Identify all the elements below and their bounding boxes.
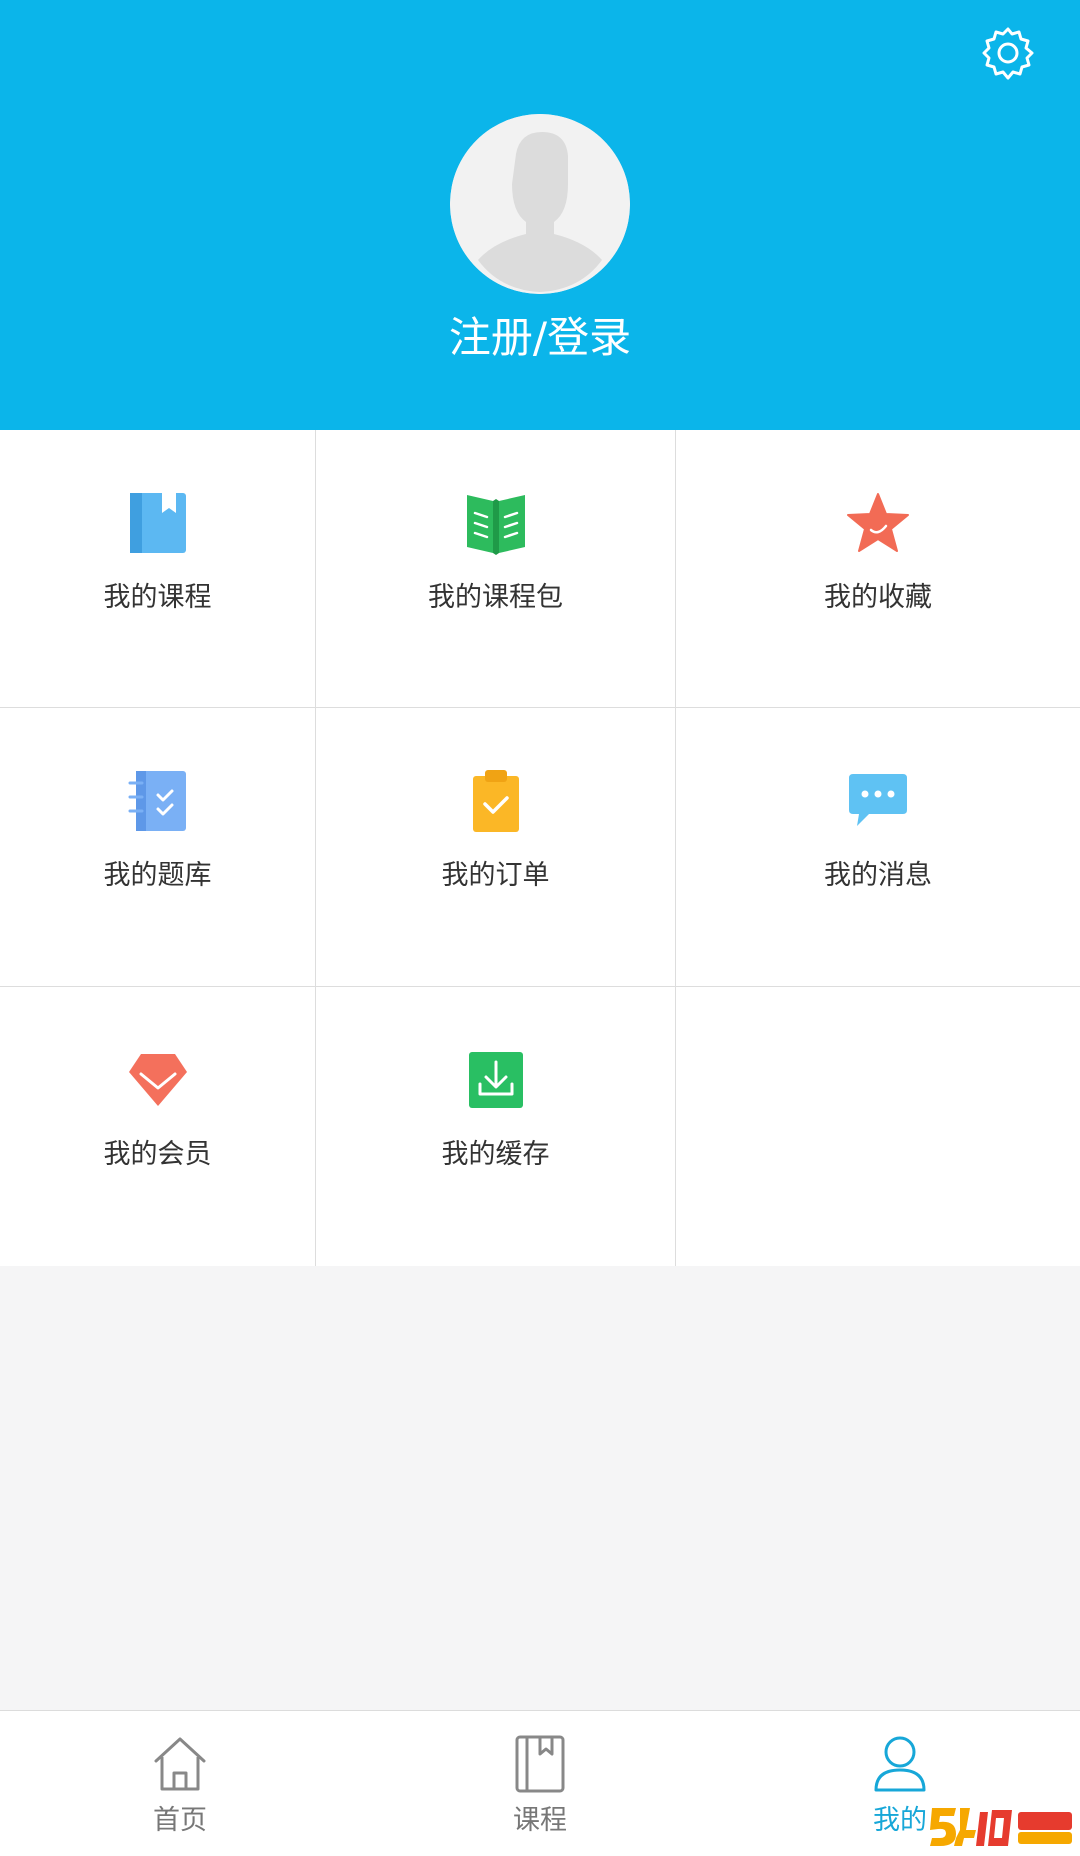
question-bank-icon [128, 771, 186, 831]
menu-grid: 我的课程 我的课程包 我的收藏 我的题库 我的订单 我的消息 我的会员 我的缓存 [0, 430, 1080, 1266]
menu-item-label: 我的缓存 [441, 1139, 550, 1170]
tab-home[interactable]: 首页 [0, 1711, 360, 1856]
star-icon [847, 493, 909, 552]
menu-item-my-courses[interactable]: 我的课程 [0, 430, 316, 708]
watermark-logo [930, 1808, 1072, 1846]
download-icon [468, 1052, 523, 1108]
menu-item-label: 我的会员 [103, 1139, 212, 1170]
tab-label: 课程 [513, 1805, 567, 1836]
menu-item-label: 我的消息 [824, 860, 932, 891]
open-book-icon [466, 495, 525, 555]
book-outline-icon [515, 1735, 565, 1793]
menu-item-label: 我的订单 [441, 860, 550, 891]
menu-item-label: 我的题库 [103, 860, 212, 891]
book-icon [129, 493, 186, 553]
gear-icon [982, 27, 1034, 80]
settings-button[interactable] [978, 24, 1038, 84]
menu-item-my-question-bank[interactable]: 我的题库 [0, 708, 316, 987]
register-login-link[interactable]: 注册/登录 [0, 312, 1080, 364]
clipboard-check-icon [472, 770, 519, 832]
menu-empty-cell [676, 987, 1080, 1266]
diamond-icon [128, 1054, 187, 1106]
user-icon [874, 1736, 926, 1792]
menu-item-my-downloads[interactable]: 我的缓存 [316, 987, 676, 1266]
menu-item-my-membership[interactable]: 我的会员 [0, 987, 316, 1266]
chat-bubble-icon [849, 774, 907, 826]
avatar-placeholder-icon [450, 114, 630, 294]
tab-courses[interactable]: 课程 [360, 1711, 720, 1856]
menu-item-label: 我的课程 [103, 582, 212, 613]
profile-header: 注册/登录 [0, 0, 1080, 430]
tab-label: 首页 [153, 1805, 207, 1836]
tab-label: 我的 [873, 1805, 927, 1836]
menu-item-my-course-packages[interactable]: 我的课程包 [316, 430, 676, 708]
avatar[interactable] [450, 114, 630, 294]
menu-item-my-messages[interactable]: 我的消息 [676, 708, 1080, 987]
home-icon [154, 1737, 206, 1791]
menu-item-my-orders[interactable]: 我的订单 [316, 708, 676, 987]
menu-item-label: 我的课程包 [428, 582, 563, 613]
menu-item-my-favorites[interactable]: 我的收藏 [676, 430, 1080, 708]
bottom-tab-bar: 首页 课程 我的 [0, 1710, 1080, 1856]
menu-item-label: 我的收藏 [824, 582, 932, 613]
